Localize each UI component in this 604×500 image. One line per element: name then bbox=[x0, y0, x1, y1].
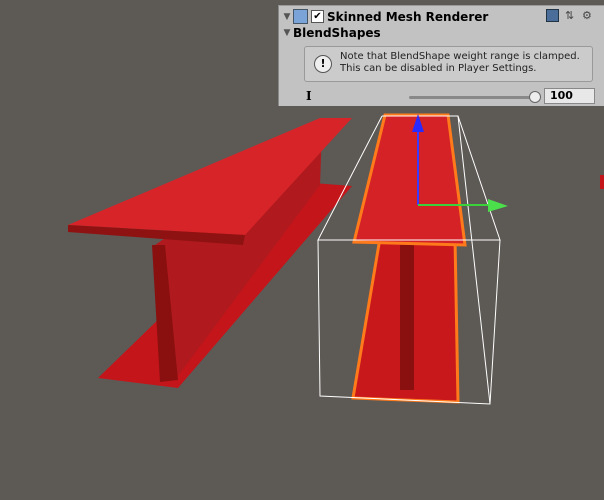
blendshape-slider[interactable] bbox=[409, 96, 535, 99]
blendshape-value-field[interactable]: 100 bbox=[544, 88, 595, 104]
foldout-triangle-icon[interactable]: ▼ bbox=[281, 28, 293, 38]
help-text-line2: This can be disabled in Player Settings. bbox=[340, 63, 537, 74]
enabled-checkbox[interactable]: ✔ bbox=[311, 10, 324, 23]
foldout-triangle-icon[interactable]: ▼ bbox=[281, 12, 293, 22]
offscreen-object bbox=[600, 175, 604, 189]
help-box: ! Note that BlendShape weight range is c… bbox=[304, 46, 593, 82]
warning-icon: ! bbox=[314, 55, 332, 73]
section-label: BlendShapes bbox=[293, 26, 381, 40]
inspector-panel: ▼ ✔ Skinned Mesh Renderer ⇅ ⚙ ▼ BlendSha… bbox=[278, 5, 604, 106]
component-title: Skinned Mesh Renderer bbox=[327, 9, 489, 24]
gizmo-x-arrow[interactable] bbox=[488, 199, 508, 212]
blendshapes-foldout[interactable]: ▼ BlendShapes bbox=[281, 26, 381, 40]
help-book-icon[interactable] bbox=[546, 9, 559, 22]
right-beam-web bbox=[400, 245, 414, 390]
right-beam-top-flange bbox=[352, 113, 467, 247]
slider-thumb[interactable] bbox=[529, 91, 541, 103]
preset-icon[interactable]: ⇅ bbox=[565, 9, 574, 22]
gear-icon[interactable]: ⚙ bbox=[582, 9, 592, 22]
help-text-line1: Note that BlendShape weight range is cla… bbox=[340, 51, 580, 62]
component-header[interactable]: ▼ ✔ Skinned Mesh Renderer bbox=[281, 9, 488, 24]
blendshape-label: I bbox=[306, 89, 312, 103]
skinned-mesh-icon bbox=[293, 9, 308, 24]
